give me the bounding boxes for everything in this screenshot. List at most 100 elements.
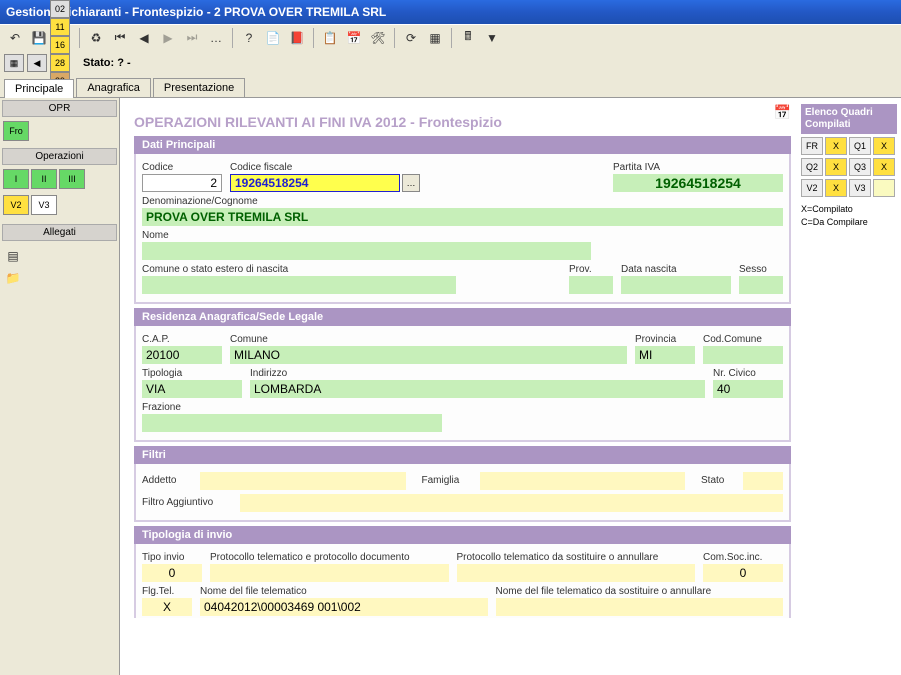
addetto-label: Addetto: [142, 475, 192, 486]
elenco-header: Elenco Quadri Compilati: [801, 104, 897, 134]
allegati-folder-icon[interactable]: 📁: [2, 267, 24, 289]
quadro-cell[interactable]: V3: [849, 179, 871, 197]
stato-label: Stato: ? -: [83, 57, 131, 69]
quadro-cell[interactable]: X: [825, 158, 847, 176]
tab-anagrafica[interactable]: Anagrafica: [76, 78, 151, 97]
tab-principale[interactable]: Principale: [4, 79, 74, 98]
indirizzo-input[interactable]: LOMBARDA: [250, 380, 705, 398]
codice-input[interactable]: 2: [142, 174, 222, 192]
more-icon[interactable]: …: [205, 27, 227, 49]
provincia-input[interactable]: MI: [635, 346, 695, 364]
operazioni-header: Operazioni: [2, 148, 117, 165]
tab-presentazione[interactable]: Presentazione: [153, 78, 245, 97]
sesso-input[interactable]: [739, 276, 783, 294]
cf-input[interactable]: 19264518254: [230, 174, 400, 192]
sub-grid-icon[interactable]: ▦: [4, 54, 24, 72]
addetto-input[interactable]: [200, 472, 406, 490]
cap-input[interactable]: 20100: [142, 346, 222, 364]
data-nasc-input[interactable]: [621, 276, 731, 294]
section-filtri: Filtri: [134, 446, 791, 464]
op-button-I[interactable]: I: [3, 169, 29, 189]
last-icon[interactable]: ⏭: [181, 27, 203, 49]
sub-q02[interactable]: 02: [50, 0, 70, 18]
prov-nasc-input[interactable]: [569, 276, 613, 294]
v-button-V3[interactable]: V3: [31, 195, 57, 215]
separator: [232, 28, 233, 48]
sub-q11[interactable]: 11: [50, 18, 70, 36]
quadro-cell[interactable]: [873, 179, 895, 197]
quadro-cell[interactable]: V2: [801, 179, 823, 197]
tools-icon[interactable]: 🛠: [367, 27, 389, 49]
comsoc-label: Com.Soc.inc.: [703, 552, 783, 563]
quadro-cell[interactable]: X: [873, 158, 895, 176]
cf-lookup-button[interactable]: …: [402, 174, 420, 192]
denom-input[interactable]: PROVA OVER TREMILA SRL: [142, 208, 783, 226]
v-button-V2[interactable]: V2: [3, 195, 29, 215]
calendar-icon[interactable]: 📅: [343, 27, 365, 49]
fro-button[interactable]: Fro: [3, 121, 29, 141]
civico-input[interactable]: 40: [713, 380, 783, 398]
op-button-II[interactable]: II: [31, 169, 57, 189]
op-button-III[interactable]: III: [59, 169, 85, 189]
calc-icon[interactable]: 🖩: [457, 27, 479, 49]
prev-icon[interactable]: ◀: [133, 27, 155, 49]
prot-sost-input[interactable]: [457, 564, 696, 582]
filtroagg-input[interactable]: [240, 494, 783, 512]
tipo-invio-input[interactable]: 0: [142, 564, 202, 582]
piva-label: Partita IVA: [613, 162, 783, 173]
down-icon[interactable]: ▼: [481, 27, 503, 49]
comsoc-input[interactable]: 0: [703, 564, 783, 582]
famiglia-input[interactable]: [480, 472, 686, 490]
statof-input[interactable]: [743, 472, 783, 490]
quadro-cell[interactable]: X: [825, 179, 847, 197]
form-area: OPERAZIONI RILEVANTI AI FINI IVA 2012 - …: [120, 98, 797, 675]
nome-input[interactable]: [142, 242, 591, 260]
allegati-list-icon[interactable]: ▤: [2, 245, 24, 267]
first-icon[interactable]: ⏮: [109, 27, 131, 49]
nomefile-input[interactable]: 04042012\00003469 001\002: [200, 598, 488, 616]
sub-left-icon[interactable]: ◀: [27, 54, 47, 72]
indirizzo-label: Indirizzo: [250, 368, 705, 379]
sub-toolbar: ▦ ◀ 01021116283953▶ Stato: ? -: [0, 50, 901, 76]
separator: [394, 28, 395, 48]
elenco-legend: X=Compilato C=Da Compilare: [801, 203, 897, 228]
undo-icon[interactable]: ↶: [4, 27, 26, 49]
tab-strip: PrincipaleAnagraficaPresentazione: [0, 76, 901, 98]
section-dati-principali: Dati Principali: [134, 136, 791, 154]
tipologia-input[interactable]: VIA: [142, 380, 242, 398]
help-icon[interactable]: ?: [238, 27, 260, 49]
quadro-cell[interactable]: FR: [801, 137, 823, 155]
separator: [451, 28, 452, 48]
quadro-cell[interactable]: Q3: [849, 158, 871, 176]
copy-icon[interactable]: 📄: [262, 27, 284, 49]
codcomune-input[interactable]: [703, 346, 783, 364]
main-toolbar: ↶ 💾 🖵 ♻ ⏮ ◀ ▶ ⏭ … ? 📄 📕 📋 📅 🛠 ⟳ ▦ 🖩 ▼: [0, 24, 901, 50]
quadro-cell[interactable]: Q1: [849, 137, 871, 155]
clipboard-icon[interactable]: 📋: [319, 27, 341, 49]
nomefile-sost-input[interactable]: [496, 598, 784, 616]
comune-nasc-input[interactable]: [142, 276, 456, 294]
page-calendar-icon[interactable]: 📅: [774, 104, 791, 121]
comune-input[interactable]: MILANO: [230, 346, 627, 364]
quadro-cell[interactable]: Q2: [801, 158, 823, 176]
tipo-invio-label: Tipo invio: [142, 552, 202, 563]
frazione-input[interactable]: [142, 414, 442, 432]
flgtel-input[interactable]: X: [142, 598, 192, 616]
sub-q28[interactable]: 28: [50, 54, 70, 72]
quadro-cell[interactable]: X: [873, 137, 895, 155]
dropdown-icon[interactable]: ▦: [424, 27, 446, 49]
next-icon[interactable]: ▶: [157, 27, 179, 49]
title-bar: Gestione dichiaranti - Frontespizio - 2 …: [0, 0, 901, 24]
left-pane: OPR Fro Operazioni IIIIII V2V3 Allegati …: [0, 98, 120, 675]
book-icon[interactable]: 📕: [286, 27, 308, 49]
sub-q16[interactable]: 16: [50, 36, 70, 54]
nomefile-label: Nome del file telematico: [200, 586, 488, 597]
save-icon[interactable]: 💾: [28, 27, 50, 49]
quadro-cell[interactable]: X: [825, 137, 847, 155]
refresh-icon[interactable]: ♻: [85, 27, 107, 49]
famiglia-label: Famiglia: [422, 475, 472, 486]
sesso-label: Sesso: [739, 264, 783, 275]
prot-tel-input[interactable]: [210, 564, 449, 582]
comune-nasc-label: Comune o stato estero di nascita: [142, 264, 561, 275]
sync-icon[interactable]: ⟳: [400, 27, 422, 49]
